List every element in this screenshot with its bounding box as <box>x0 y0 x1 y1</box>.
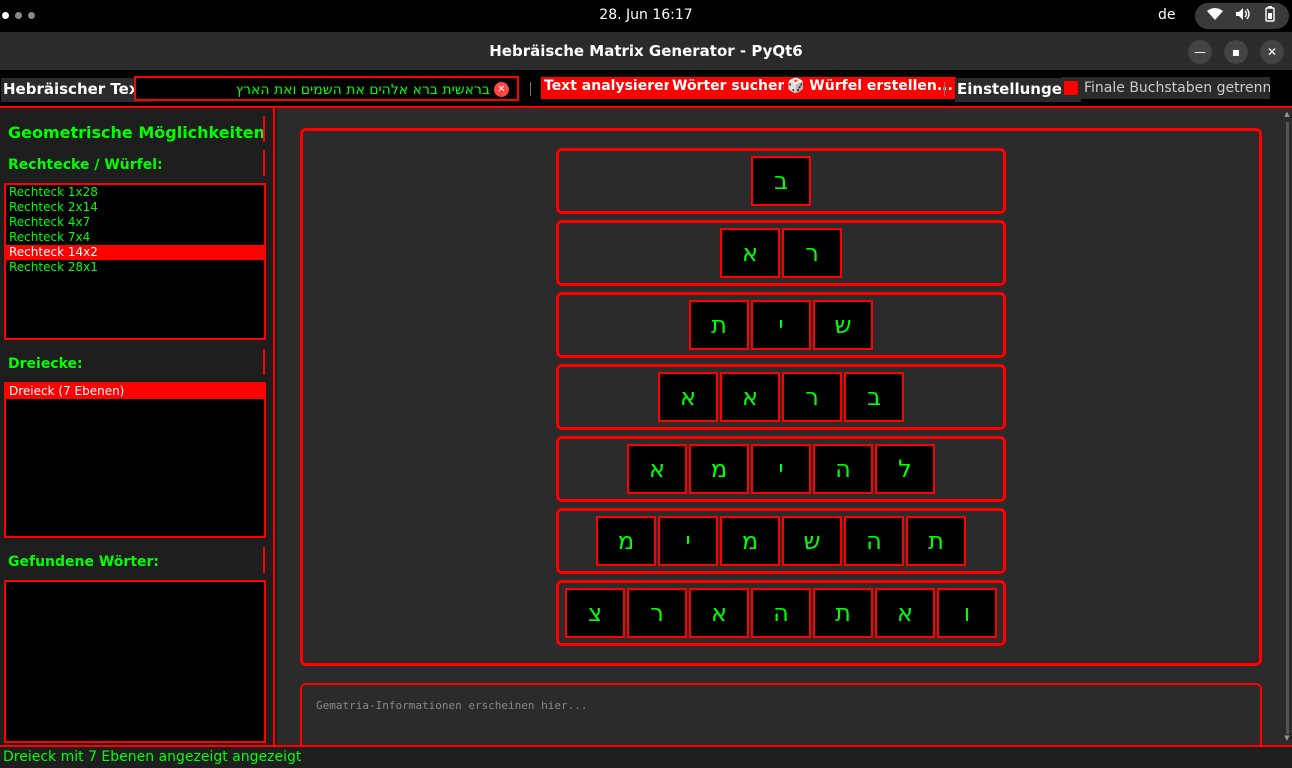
matrix-cell[interactable]: א <box>720 228 780 278</box>
matrix-cell[interactable]: ר <box>782 228 842 278</box>
matrix-cell[interactable]: ת <box>689 300 749 350</box>
matrix-cell[interactable]: ב <box>751 156 811 206</box>
gematria-placeholder: Gematria-Informationen erscheinen hier..… <box>316 699 588 712</box>
minimize-button[interactable]: — <box>1188 40 1212 64</box>
matrix-cell[interactable]: ב <box>844 372 904 422</box>
matrix-row: אר <box>556 220 1006 286</box>
sidebar: Geometrische Möglichkeiten Rechtecke / W… <box>0 108 275 745</box>
maximize-icon: ▪ <box>1231 45 1241 59</box>
search-words-button[interactable]: Wörter suchen <box>669 77 791 99</box>
matrix-cell[interactable]: מ <box>689 444 749 494</box>
matrix-cell[interactable]: ר <box>627 588 687 638</box>
matrix-cell[interactable]: ת <box>813 588 873 638</box>
list-item[interactable]: Rechteck 14x2 <box>6 245 264 260</box>
triangles-heading: Dreiecke: <box>8 356 83 372</box>
rectangles-heading: Rechtecke / Würfel: <box>8 157 163 173</box>
list-item[interactable]: Dreieck (7 Ebenen) <box>6 384 264 399</box>
final-letters-checkbox[interactable]: Finale Buchstaben getrennt <box>1062 77 1270 99</box>
triangles-list[interactable]: Dreieck (7 Ebenen) <box>4 382 266 538</box>
status-message: Dreieck mit 7 Ebenen angezeigt angezeigt <box>3 749 302 765</box>
sidebar-title: Geometrische Möglichkeiten <box>8 123 265 142</box>
matrix-cell[interactable]: א <box>720 372 780 422</box>
gematria-info-box[interactable]: Gematria-Informationen erscheinen hier..… <box>300 683 1262 753</box>
toolbar-separator <box>944 82 945 96</box>
keyboard-language[interactable]: de <box>1158 7 1176 23</box>
sidebar-marker <box>263 349 265 375</box>
matrix-cell[interactable]: י <box>658 516 718 566</box>
matrix-cell[interactable]: ת <box>906 516 966 566</box>
matrix-cell[interactable]: ר <box>782 372 842 422</box>
matrix-cell[interactable]: י <box>751 444 811 494</box>
clear-input-icon[interactable]: ✕ <box>494 82 509 97</box>
sidebar-marker <box>263 116 265 142</box>
matrix-cell[interactable]: י <box>751 300 811 350</box>
matrix-cell[interactable]: א <box>658 372 718 422</box>
final-letters-label: Finale Buchstaben getrennt <box>1084 80 1270 96</box>
matrix-cell[interactable]: מ <box>720 516 780 566</box>
matrix-row: ב <box>556 148 1006 214</box>
scroll-up-icon[interactable]: ▲ <box>1283 110 1291 118</box>
analyze-text-button[interactable]: Text analysieren <box>541 77 677 99</box>
scrollbar-track[interactable] <box>1286 122 1289 734</box>
sidebar-marker <box>263 547 265 573</box>
wifi-icon <box>1207 7 1223 25</box>
close-button[interactable]: ✕ <box>1260 40 1284 64</box>
matrix-cell[interactable]: ה <box>844 516 904 566</box>
matrix-cell[interactable]: ש <box>813 300 873 350</box>
matrix-cell[interactable]: ל <box>875 444 935 494</box>
volume-icon <box>1235 7 1251 25</box>
list-item[interactable]: Rechteck 1x28 <box>6 185 264 200</box>
clock[interactable]: 28. Jun 16:17 <box>0 7 1292 23</box>
matrix-row: תיש <box>556 292 1006 358</box>
matrix-cell[interactable]: א <box>875 588 935 638</box>
matrix-cell[interactable]: א <box>627 444 687 494</box>
hebrew-text-label: Hebräischer Text: <box>1 78 154 102</box>
matrix-cell[interactable]: ו <box>937 588 997 638</box>
matrix-cell[interactable]: ה <box>813 444 873 494</box>
vertical-scrollbar[interactable]: ▲ ▼ <box>1282 108 1292 745</box>
status-bar: Dreieck mit 7 Ebenen angezeigt angezeigt <box>0 745 1292 768</box>
toolbar-separator <box>530 82 531 96</box>
matrix-row: אמיהל <box>556 436 1006 502</box>
matrix-row: מימשהת <box>556 508 1006 574</box>
found-words-list[interactable] <box>4 580 266 743</box>
list-item[interactable]: Rechteck 4x7 <box>6 215 264 230</box>
matrix-cell[interactable]: ה <box>751 588 811 638</box>
system-top-bar: 28. Jun 16:17 de <box>0 0 1292 32</box>
list-item[interactable]: Rechteck 28x1 <box>6 260 264 275</box>
list-item[interactable]: Rechteck 2x14 <box>6 200 264 215</box>
matrix-row: צראהתאו <box>556 580 1006 646</box>
minimize-icon: — <box>1194 45 1206 59</box>
battery-icon <box>1263 6 1277 26</box>
create-cube-button[interactable]: 🎲 Würfel erstellen... <box>784 77 956 99</box>
checkbox-indicator[interactable] <box>1064 81 1078 95</box>
system-status-menu[interactable] <box>1195 3 1289 29</box>
close-icon: ✕ <box>1266 45 1278 59</box>
found-words-heading: Gefundene Wörter: <box>8 554 160 570</box>
matrix-cell[interactable]: מ <box>596 516 656 566</box>
window-title-bar: Hebräische Matrix Generator - PyQt6 <box>0 32 1292 70</box>
matrix-cell[interactable]: א <box>689 588 749 638</box>
maximize-button[interactable]: ▪ <box>1224 40 1248 64</box>
matrix-cell[interactable]: צ <box>565 588 625 638</box>
scroll-down-icon[interactable]: ▼ <box>1283 734 1291 742</box>
list-item[interactable]: Rechteck 7x4 <box>6 230 264 245</box>
matrix-cell[interactable]: ש <box>782 516 842 566</box>
hebrew-text-value: בראשית ברא אלהים את השמים ואת הארץ <box>235 81 490 98</box>
rectangles-list[interactable]: Rechteck 1x28 Rechteck 2x14 Rechteck 4x7 Re… <box>4 183 266 340</box>
hebrew-text-input[interactable]: ✕ בראשית ברא אלהים את השמים ואת הארץ <box>134 76 519 101</box>
matrix-row: אארב <box>556 364 1006 430</box>
window-title: Hebräische Matrix Generator - PyQt6 <box>489 42 803 60</box>
sidebar-marker <box>263 150 265 176</box>
